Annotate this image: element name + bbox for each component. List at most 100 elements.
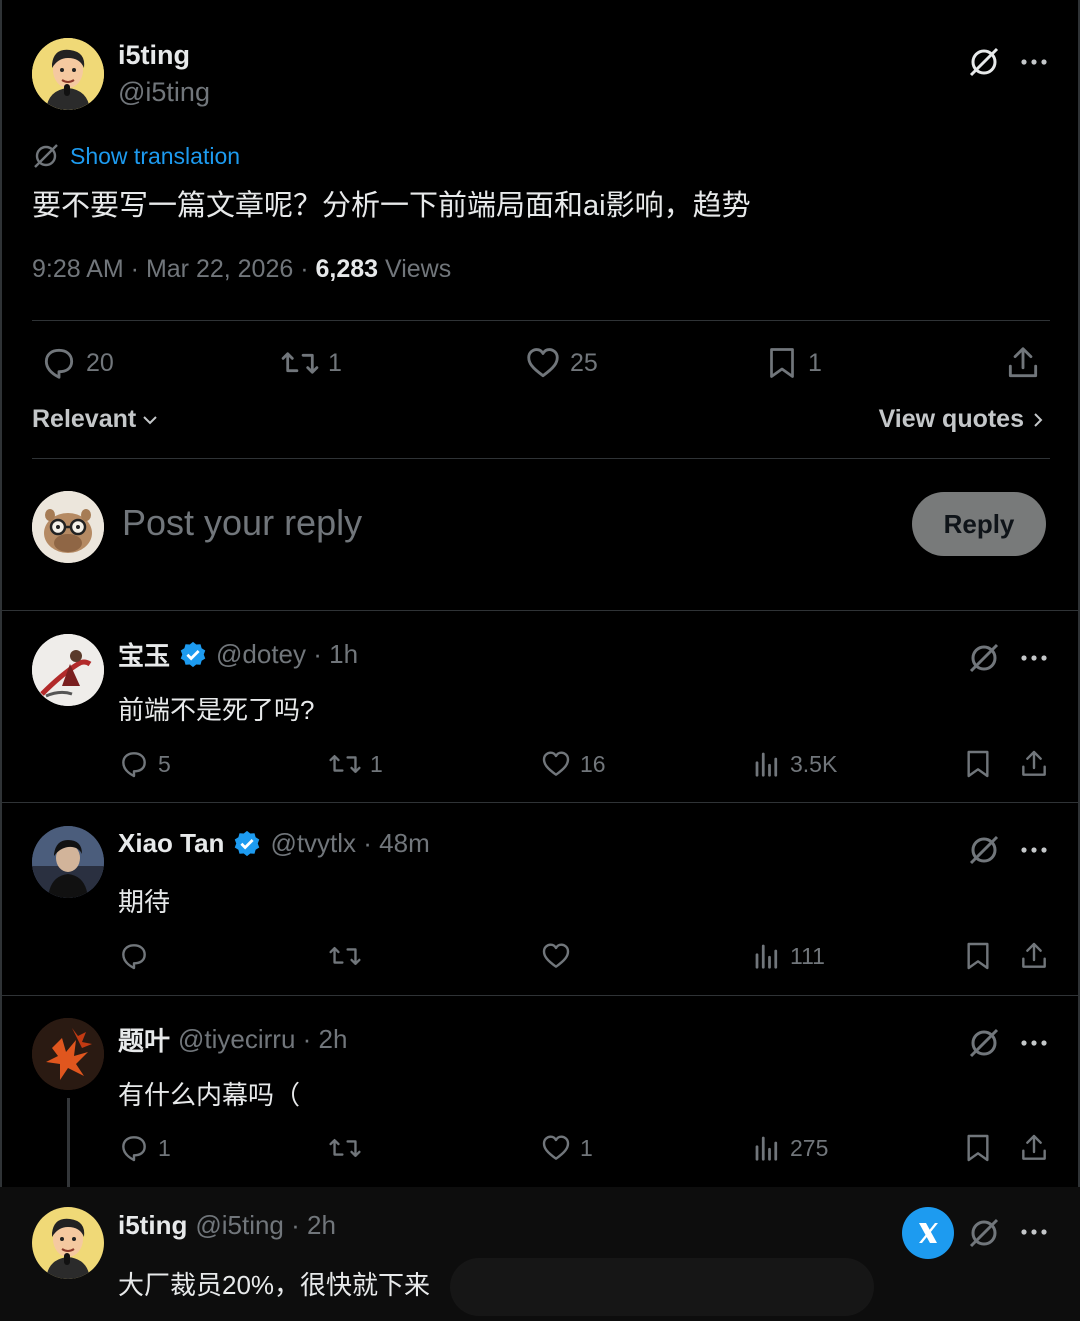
grok-icon[interactable] bbox=[966, 1025, 1002, 1061]
more-options-icon[interactable] bbox=[1016, 1220, 1052, 1244]
share-action[interactable] bbox=[1018, 940, 1050, 972]
sort-dropdown[interactable]: Relevant bbox=[32, 405, 160, 434]
bookmark-action[interactable] bbox=[962, 748, 994, 780]
grok-icon[interactable] bbox=[966, 832, 1002, 868]
divider bbox=[0, 802, 1080, 803]
repost-icon bbox=[329, 946, 361, 966]
views-action[interactable]: 111 bbox=[752, 940, 825, 972]
reply-handle-time[interactable]: @tvytlx · 48m bbox=[270, 828, 429, 859]
bookmark-action[interactable] bbox=[962, 940, 994, 972]
grok-icon[interactable] bbox=[966, 640, 1002, 676]
reply-input[interactable] bbox=[122, 502, 722, 544]
analytics-icon bbox=[755, 1136, 778, 1161]
bookmark-action[interactable]: 1 bbox=[764, 344, 822, 382]
divider bbox=[32, 458, 1050, 459]
reply-avatar[interactable] bbox=[32, 1018, 104, 1090]
chevron-right-icon bbox=[1034, 412, 1043, 427]
reply-count: 20 bbox=[86, 348, 114, 377]
divider bbox=[0, 995, 1080, 996]
divider bbox=[0, 610, 1080, 611]
reply-avatar[interactable] bbox=[32, 634, 104, 706]
reply-action[interactable] bbox=[118, 940, 158, 972]
views-label: Views bbox=[378, 255, 452, 283]
reply-count: 5 bbox=[158, 750, 171, 777]
reply-handle-time[interactable]: @i5ting · 2h bbox=[195, 1210, 336, 1241]
like-count: 1 bbox=[580, 1134, 593, 1161]
analytics-icon bbox=[755, 752, 778, 777]
repost-count: 1 bbox=[328, 348, 342, 377]
chevron-down-icon bbox=[143, 415, 157, 424]
heart-icon bbox=[542, 751, 570, 776]
reply-action[interactable]: 5 bbox=[118, 748, 171, 780]
reply-header: i5ting @i5ting · 2h bbox=[118, 1210, 336, 1241]
verified-badge-icon bbox=[235, 830, 260, 856]
reply-author-name[interactable]: Xiao Tan bbox=[118, 828, 224, 859]
reply-icon bbox=[122, 1136, 146, 1162]
reply-handle-time[interactable]: @dotey · 1h bbox=[216, 639, 358, 670]
reply-avatar[interactable] bbox=[32, 826, 104, 898]
views-count: 111 bbox=[790, 942, 825, 969]
view-quotes-link[interactable]: View quotes bbox=[879, 405, 1044, 434]
show-translation-label[interactable]: Show translation bbox=[70, 143, 240, 170]
post-meta: 9:28 AM · Mar 22, 2026 · 6,283 Views bbox=[32, 255, 451, 284]
more-options-icon[interactable] bbox=[1016, 838, 1052, 862]
repost-icon bbox=[329, 1138, 361, 1158]
repost-action[interactable]: 1 bbox=[280, 344, 342, 382]
like-action[interactable] bbox=[540, 940, 580, 972]
reply-author-name[interactable]: 宝玉 bbox=[118, 636, 170, 673]
reply-icon bbox=[122, 944, 146, 970]
reply-icon bbox=[44, 348, 74, 379]
author-handle[interactable]: @i5ting bbox=[118, 77, 210, 108]
reply-avatar[interactable] bbox=[32, 1207, 104, 1279]
reply-action[interactable]: 1 bbox=[118, 1132, 171, 1164]
like-action[interactable]: 25 bbox=[524, 344, 598, 382]
author-avatar[interactable] bbox=[32, 38, 104, 110]
reply-header: 宝玉 @dotey · 1h bbox=[118, 636, 358, 673]
post-time[interactable]: 9:28 AM · Mar 22, 2026 · bbox=[32, 255, 315, 283]
share-action[interactable] bbox=[1018, 748, 1050, 780]
reply-header: Xiao Tan @tvytlx · 48m bbox=[118, 828, 430, 859]
like-action[interactable]: 16 bbox=[540, 748, 606, 780]
more-options-icon[interactable] bbox=[1016, 50, 1052, 74]
reply-author-name[interactable]: i5ting bbox=[118, 1210, 187, 1241]
reply-handle-time[interactable]: @tiyecirru · 2h bbox=[178, 1024, 347, 1055]
bookmark-action[interactable] bbox=[962, 1132, 994, 1164]
grok-icon[interactable] bbox=[966, 1215, 1002, 1251]
views-action[interactable]: 3.5K bbox=[752, 748, 837, 780]
faded-toast-overlay bbox=[450, 1258, 874, 1316]
post-text: 要不要写一篇文章呢？分析一下前端局面和ai影响，趋势 bbox=[32, 190, 751, 222]
reply-button[interactable]: Reply bbox=[912, 492, 1046, 556]
like-action[interactable]: 1 bbox=[540, 1132, 593, 1164]
thread-connector-line bbox=[67, 1098, 70, 1200]
reply-text: 大厂裁员20%，很快就下来 bbox=[118, 1270, 431, 1300]
analytics-icon bbox=[755, 944, 778, 969]
show-translation-link[interactable]: Show translation bbox=[32, 142, 240, 170]
translate-icon bbox=[34, 144, 58, 168]
repost-action[interactable] bbox=[328, 940, 370, 972]
more-options-icon[interactable] bbox=[1016, 1031, 1052, 1055]
reply-text: 前端不是死了吗? bbox=[118, 695, 315, 725]
x-logo-icon bbox=[919, 1223, 938, 1243]
author-name[interactable]: i5ting bbox=[118, 40, 190, 71]
reply-action[interactable]: 20 bbox=[40, 344, 114, 382]
heart-icon bbox=[542, 943, 570, 968]
reply-author-name[interactable]: 题叶 bbox=[118, 1021, 170, 1058]
sort-label: Relevant bbox=[32, 405, 137, 433]
grok-icon[interactable] bbox=[966, 44, 1002, 80]
like-count: 16 bbox=[580, 750, 606, 777]
share-action[interactable] bbox=[1018, 1132, 1050, 1164]
share-icon bbox=[1022, 942, 1046, 968]
repost-action[interactable] bbox=[328, 1132, 370, 1164]
bookmark-icon bbox=[967, 942, 989, 970]
heart-icon bbox=[542, 1135, 570, 1160]
view-quotes-label: View quotes bbox=[878, 405, 1024, 433]
reply-icon bbox=[122, 752, 146, 778]
repost-action[interactable]: 1 bbox=[328, 748, 383, 780]
current-user-avatar[interactable] bbox=[32, 491, 104, 563]
x-app-badge[interactable] bbox=[902, 1207, 954, 1259]
more-options-icon[interactable] bbox=[1016, 646, 1052, 670]
views-action[interactable]: 275 bbox=[752, 1132, 828, 1164]
repost-icon bbox=[329, 754, 361, 774]
reply-count: 1 bbox=[158, 1134, 171, 1161]
share-action[interactable] bbox=[1004, 344, 1042, 382]
